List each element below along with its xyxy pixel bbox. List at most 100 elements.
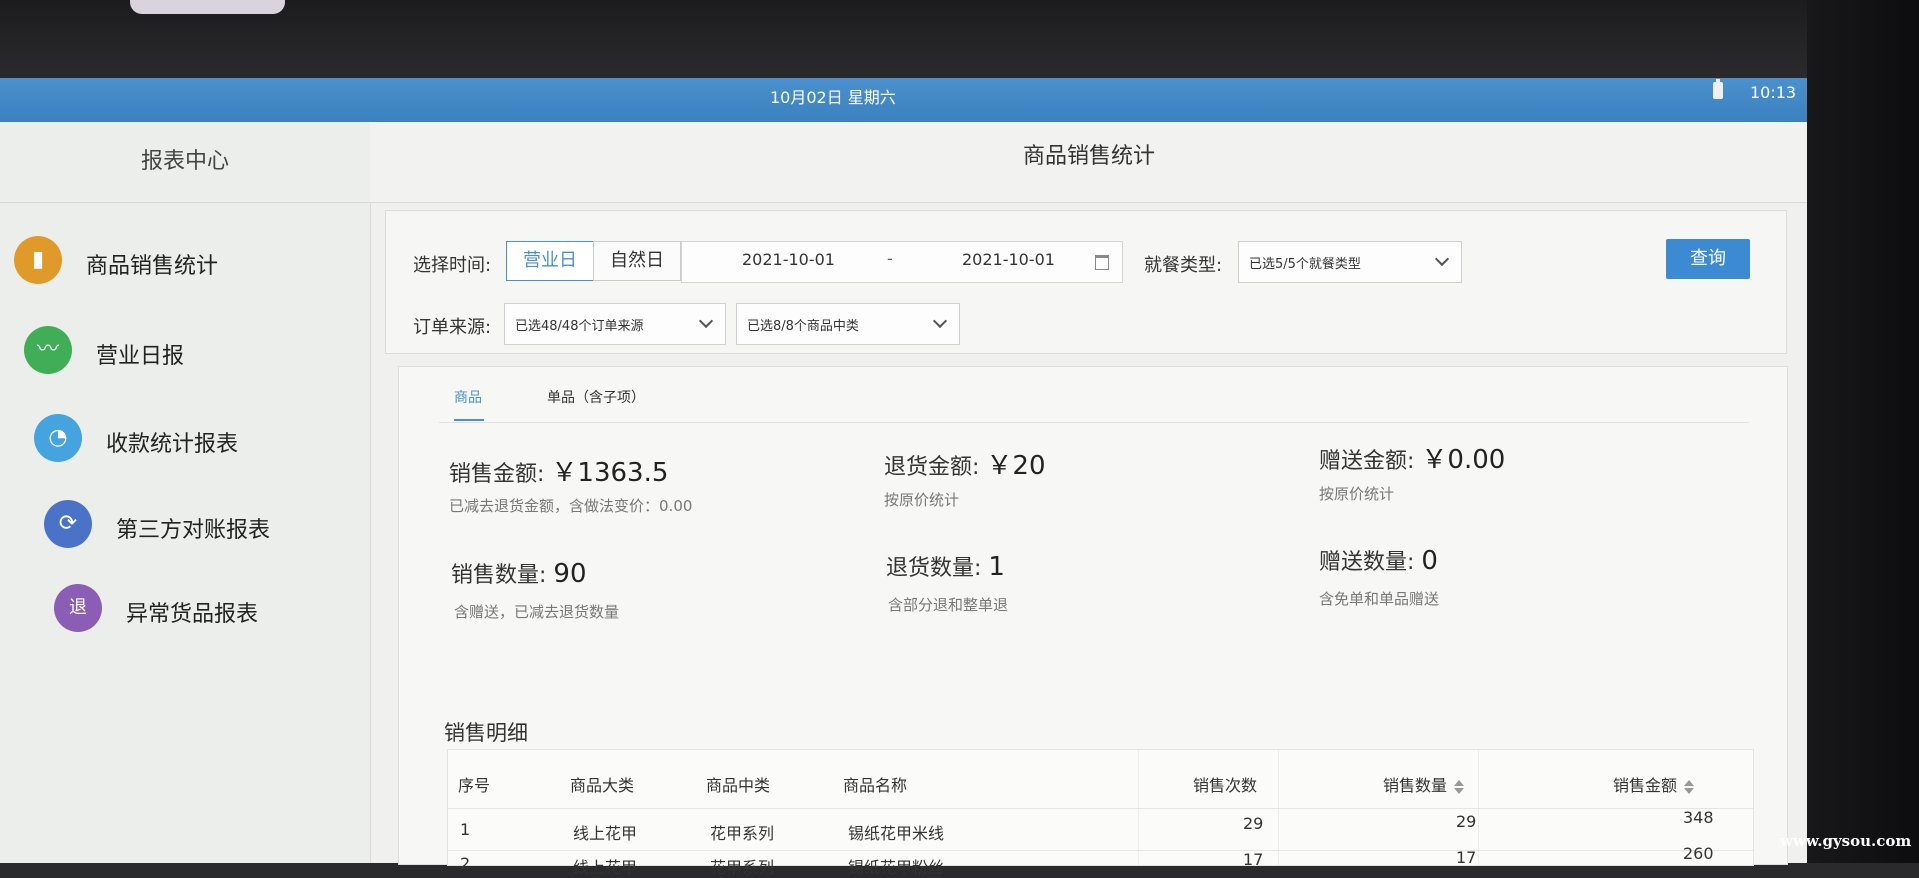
column-header: 商品大类 xyxy=(570,776,635,795)
line-chart-icon: 〰 xyxy=(24,326,72,374)
column-header: 销售次数 xyxy=(1193,776,1258,795)
sidebar-item-product-sales[interactable]: ▮ 商品销售统计 xyxy=(0,222,370,302)
order-source-value: 已选48/48个订单来源 xyxy=(515,319,644,334)
start-date: 2021-10-01 xyxy=(742,250,835,269)
sales-qty-note: 含赠送，已减去退货数量 xyxy=(454,603,620,621)
column-header: 序号 xyxy=(458,776,491,795)
column-header: 商品中类 xyxy=(706,776,771,795)
return-icon: 退 xyxy=(54,584,102,632)
calendar-icon xyxy=(1095,255,1109,270)
metric-label: 赠送金额: xyxy=(1319,449,1415,474)
category-value: 已选8/8个商品中类 xyxy=(747,319,859,334)
sidebar-item-daily-report[interactable]: 〰 营业日报 xyxy=(0,312,370,392)
battery-icon xyxy=(1713,79,1723,99)
table-cell: 线上花甲 xyxy=(573,858,638,877)
column-header-sortable[interactable]: 销售金额 xyxy=(1613,772,1695,796)
return-amount-metric: 退货金额: ￥20 xyxy=(884,445,1046,482)
row-divider xyxy=(448,808,1753,809)
column-header-label: 销售金额 xyxy=(1613,776,1678,795)
table-cell: 线上花甲 xyxy=(573,824,638,843)
tab-single-item[interactable]: 单品（含子项） xyxy=(547,387,645,407)
query-button[interactable]: 查询 xyxy=(1666,239,1750,279)
column-header-label: 销售数量 xyxy=(1383,776,1448,795)
metric-label: 退货金额: xyxy=(884,455,980,480)
metric-label: 销售数量: xyxy=(451,563,547,588)
table-cell: 17 xyxy=(1456,848,1477,867)
sidebar-item-label: 异常货品报表 xyxy=(126,602,259,627)
table-cell: 锡纸花甲粉丝 xyxy=(848,858,945,877)
sort-icon xyxy=(1683,779,1695,794)
chevron-down-icon xyxy=(1434,251,1450,267)
chevron-down-icon xyxy=(698,313,714,329)
table-cell: 1 xyxy=(460,820,471,839)
table-cell: 花甲系列 xyxy=(710,858,775,877)
business-day-button[interactable]: 营业日 xyxy=(506,241,594,281)
status-bar: 10月02日 星期六 10:13 xyxy=(0,78,1808,128)
dining-type-label: 就餐类型: xyxy=(1144,255,1223,276)
sidebar-item-third-party[interactable]: ⟳ 第三方对账报表 xyxy=(0,488,370,568)
metric-value: 90 xyxy=(553,559,587,589)
main-header: 商品销售统计 xyxy=(370,122,1808,203)
sidebar-item-payment-stats[interactable]: ◔ 收款统计报表 xyxy=(0,402,370,482)
order-source-select[interactable]: 已选48/48个订单来源 xyxy=(504,303,726,345)
filter-panel: 选择时间: 营业日 自然日 2021-10-01 - 2021-10-01 就餐… xyxy=(385,210,1787,354)
table-cell: 260 xyxy=(1683,844,1714,863)
order-source-label: 订单来源: xyxy=(413,317,492,338)
status-date: 10月02日 星期六 xyxy=(770,88,896,107)
return-qty-note: 含部分退和整单退 xyxy=(888,596,1009,614)
report-content: 商品 单品（含子项） 销售金额: ￥1363.5 已减去退货金额，含做法变价：0… xyxy=(398,366,1788,877)
end-date: 2021-10-01 xyxy=(962,250,1055,269)
sidebar-item-label: 商品销售统计 xyxy=(86,254,219,279)
gift-amount-metric: 赠送金额: ￥0.00 xyxy=(1319,439,1505,476)
sort-icon xyxy=(1453,779,1465,794)
metric-value: 0 xyxy=(1421,546,1438,576)
status-time: 10:13 xyxy=(1750,83,1797,102)
tab-product[interactable]: 商品 xyxy=(454,387,482,407)
page-title: 商品销售统计 xyxy=(1022,144,1155,169)
metric-label: 退货数量: xyxy=(886,556,982,581)
gift-qty-metric: 赠送数量: 0 xyxy=(1319,544,1438,576)
chevron-down-icon xyxy=(932,313,948,329)
table-cell: 29 xyxy=(1243,814,1264,833)
return-amount-note: 按原价统计 xyxy=(884,491,960,509)
time-label: 选择时间: xyxy=(413,255,492,276)
sales-amount-metric: 销售金额: ￥1363.5 xyxy=(449,452,668,489)
device-bezel-right xyxy=(1807,0,1919,863)
row-divider xyxy=(448,850,1753,851)
screen: 10月02日 星期六 10:13 报表中心 ▮ 商品销售统计 〰 营业日报 ◔ … xyxy=(0,78,1808,877)
sidebar-title: 报表中心 xyxy=(0,122,370,203)
metric-value: ￥0.00 xyxy=(1421,445,1506,475)
metric-value: ￥1363.5 xyxy=(551,458,669,488)
gift-qty-note: 含免单和单品赠送 xyxy=(1319,590,1440,608)
device-notch xyxy=(130,0,285,14)
table-cell: 花甲系列 xyxy=(710,824,775,843)
metric-label: 赠送数量: xyxy=(1319,550,1415,575)
tab-divider xyxy=(439,422,1749,423)
table-cell: 锡纸花甲米线 xyxy=(848,824,945,843)
table-cell: 348 xyxy=(1683,808,1714,827)
sales-amount-note: 已减去退货金额，含做法变价：0.00 xyxy=(449,497,693,515)
column-header: 商品名称 xyxy=(843,776,908,795)
sidebar-item-label: 收款统计报表 xyxy=(106,432,239,457)
date-separator: - xyxy=(887,249,893,268)
natural-day-button[interactable]: 自然日 xyxy=(593,241,681,281)
return-qty-metric: 退货数量: 1 xyxy=(886,550,1005,582)
sidebar-item-label: 营业日报 xyxy=(96,344,185,369)
pie-chart-icon: ◔ xyxy=(34,414,82,462)
table-cell: 29 xyxy=(1456,812,1477,831)
column-header-sortable[interactable]: 销售数量 xyxy=(1383,772,1465,796)
section-title: 销售明细 xyxy=(444,721,528,745)
date-range-picker[interactable]: 2021-10-01 - 2021-10-01 xyxy=(681,241,1123,283)
table-cell: 17 xyxy=(1243,850,1264,869)
sales-qty-metric: 销售数量: 90 xyxy=(451,557,587,589)
sidebar-item-abnormal-goods[interactable]: 退 异常货品报表 xyxy=(0,574,370,654)
refresh-circle-icon: ⟳ xyxy=(44,500,92,548)
category-select[interactable]: 已选8/8个商品中类 xyxy=(736,303,960,345)
watermark: www.gysou.com xyxy=(1780,832,1912,850)
dining-type-select[interactable]: 已选5/5个就餐类型 xyxy=(1238,241,1462,283)
bar-chart-icon: ▮ xyxy=(14,236,62,284)
metric-label: 销售金额: xyxy=(449,462,545,487)
sales-detail-table: 序号 商品大类 商品中类 商品名称 销售次数 销售数量 销售金额 1 线上花甲 … xyxy=(447,749,1754,877)
gift-amount-note: 按原价统计 xyxy=(1319,485,1395,503)
device-bezel-top xyxy=(0,0,1919,80)
